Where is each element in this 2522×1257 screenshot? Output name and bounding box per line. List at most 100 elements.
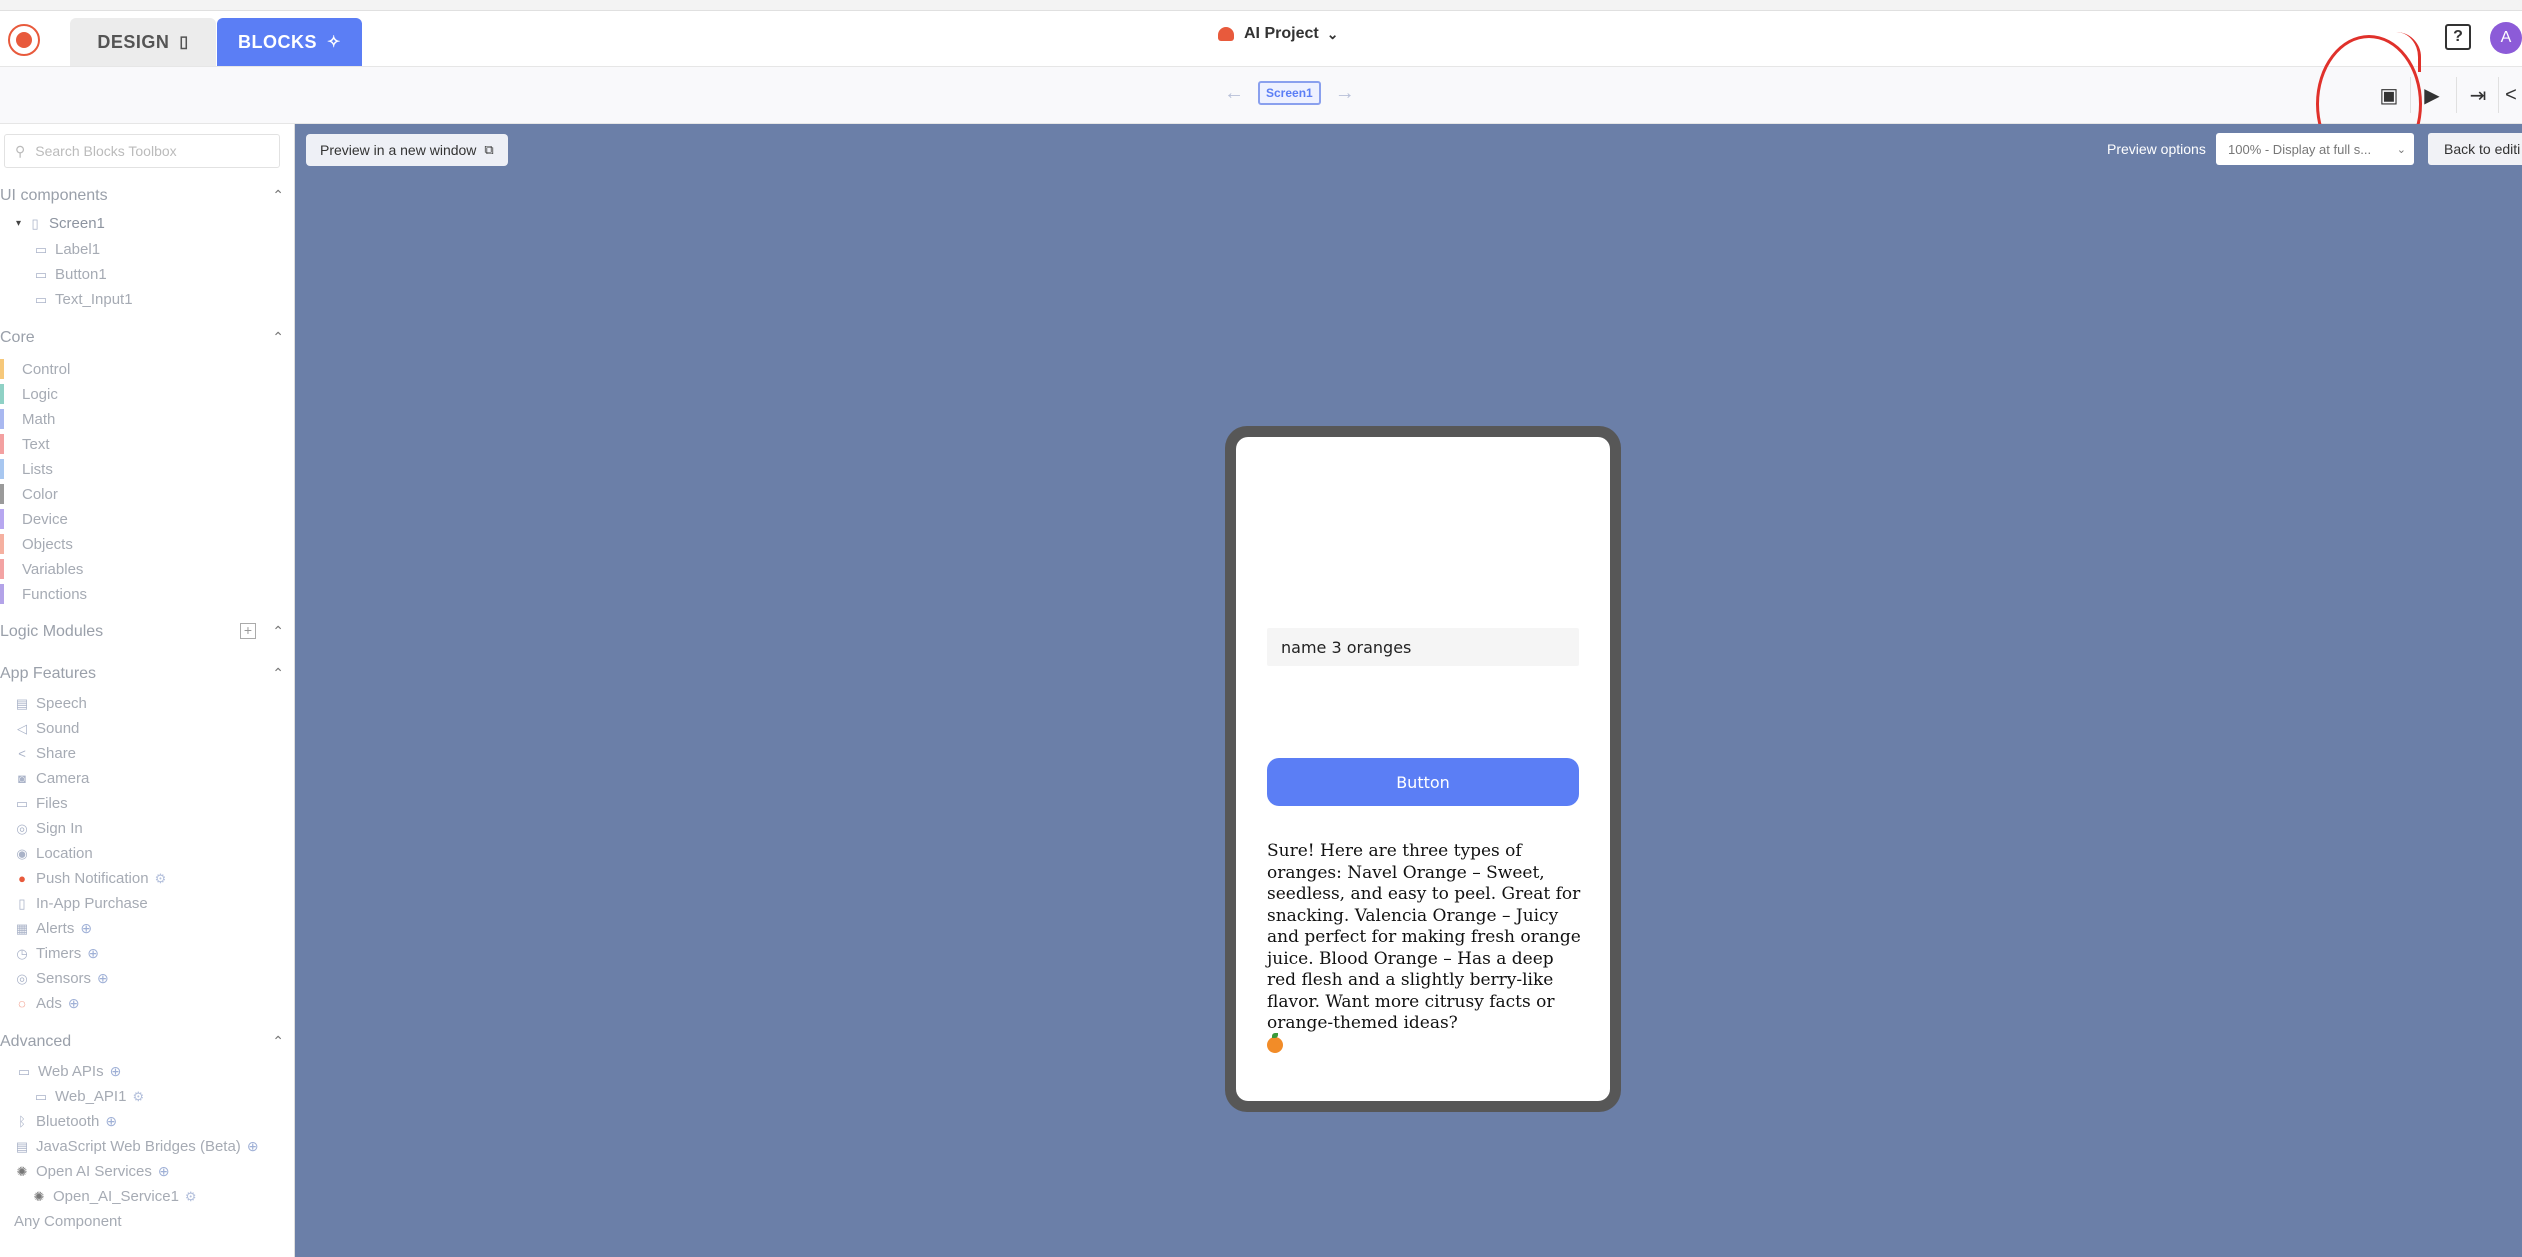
core-item-lists[interactable]: Lists	[0, 459, 53, 479]
tab-design[interactable]: DESIGN ▯	[70, 18, 216, 66]
advanced-item-bluetooth[interactable]: ᛒ Bluetooth ⊕	[14, 1113, 117, 1130]
core-item-logic[interactable]: Logic	[0, 384, 58, 404]
feature-item-camera[interactable]: ◙ Camera	[14, 770, 89, 787]
feature-label: Share	[36, 745, 77, 762]
feature-item-sign-in[interactable]: ◎ Sign In	[14, 820, 82, 837]
next-screen-icon[interactable]: →	[1335, 82, 1355, 105]
core-item-functions[interactable]: Functions	[0, 584, 87, 604]
previous-screen-icon[interactable]: ←	[1224, 82, 1244, 105]
chevron-up-icon[interactable]: ⌃	[272, 623, 284, 640]
category-color-bar	[0, 434, 4, 454]
add-circle-icon[interactable]: ⊕	[158, 1163, 170, 1180]
feature-item-files[interactable]: ▭ Files	[14, 795, 68, 812]
section-title: App Features	[0, 665, 97, 682]
feature-item-share[interactable]: < Share	[14, 745, 76, 762]
app-button[interactable]: Button	[1267, 758, 1579, 806]
add-circle-icon[interactable]: ⊕	[105, 1113, 117, 1130]
section-logic-modules[interactable]: Logic Modules + ⌃	[0, 623, 284, 641]
tree-item-screen[interactable]: ▾ ▯ Screen1	[16, 215, 105, 232]
advanced-label: Web APIs	[38, 1063, 104, 1080]
chevron-up-icon[interactable]: ⌃	[272, 1033, 284, 1050]
timer-icon: ◷	[16, 945, 28, 961]
help-button[interactable]: ?	[2445, 24, 2471, 50]
advanced-item-any-component[interactable]: Any Component	[14, 1213, 122, 1230]
add-circle-icon[interactable]: ⊕	[80, 920, 92, 937]
chevron-down-icon: ⌄	[2396, 143, 2406, 156]
back-to-editing-button[interactable]: Back to editi	[2428, 133, 2522, 165]
device-sync-icon[interactable]: ⇥	[2456, 77, 2499, 113]
feature-item-sound[interactable]: ◁ Sound	[14, 720, 79, 737]
tree-item-text-input1[interactable]: ▭ Text_Input1	[33, 291, 133, 308]
avatar[interactable]: A	[2490, 22, 2522, 54]
section-ui-components[interactable]: UI components ⌃	[0, 187, 284, 205]
advanced-label: Bluetooth	[36, 1113, 100, 1130]
screen-icon: ▯	[31, 215, 39, 231]
advanced-item-open-ai-services[interactable]: ✺ Open AI Services ⊕	[14, 1163, 170, 1180]
core-item-math[interactable]: Math	[0, 409, 55, 429]
core-item-device[interactable]: Device	[0, 509, 68, 529]
feature-label: Sensors	[36, 970, 92, 987]
sound-icon: ◁	[17, 720, 27, 736]
add-module-icon[interactable]: +	[240, 623, 256, 639]
app-logo-icon[interactable]	[8, 24, 40, 56]
feature-label: In-App Purchase	[36, 895, 148, 912]
share-icon: <	[18, 746, 26, 761]
advanced-item-javascript-bridges[interactable]: ▤ JavaScript Web Bridges (Beta) ⊕	[14, 1138, 259, 1155]
current-screen-badge[interactable]: Screen1	[1258, 81, 1321, 105]
section-title: UI components	[0, 187, 108, 204]
section-core[interactable]: Core ⌃	[0, 329, 284, 347]
advanced-item-web-apis[interactable]: ▭ Web APIs ⊕	[16, 1063, 121, 1080]
advanced-item-open-ai-service1[interactable]: ✺ Open_AI_Service1 ⚙	[31, 1188, 197, 1205]
core-item-label: Functions	[22, 585, 88, 603]
caret-down-icon[interactable]: ▾	[16, 218, 21, 229]
advanced-item-web-api1[interactable]: ▭ Web_API1 ⚙	[33, 1088, 144, 1105]
core-item-text[interactable]: Text	[0, 434, 50, 454]
puzzle-icon: ✧	[327, 34, 341, 51]
core-item-objects[interactable]: Objects	[0, 534, 73, 554]
category-color-bar	[0, 484, 4, 504]
chevron-up-icon[interactable]: ⌃	[272, 329, 284, 346]
project-selector[interactable]: AI Project ⌄	[1218, 25, 1338, 43]
add-circle-icon[interactable]: ⊕	[68, 995, 80, 1012]
chevron-up-icon[interactable]: ⌃	[272, 187, 284, 204]
core-item-variables[interactable]: Variables	[0, 559, 83, 579]
tree-item-label: Label1	[55, 241, 101, 258]
ads-icon: ◌	[18, 996, 26, 1011]
feature-item-sensors[interactable]: ◎ Sensors ⊕	[14, 970, 109, 987]
category-color-bar	[0, 459, 4, 479]
feature-item-timers[interactable]: ◷ Timers ⊕	[14, 945, 99, 962]
add-circle-icon[interactable]: ⊕	[247, 1138, 259, 1155]
tree-item-label1[interactable]: ▭ Label1	[33, 241, 100, 258]
preview-new-window-button[interactable]: Preview in a new window ⧉	[306, 134, 508, 166]
share-icon[interactable]: <	[2498, 77, 2522, 113]
advanced-label: Open_AI_Service1	[53, 1188, 179, 1205]
gear-icon[interactable]: ⚙	[155, 871, 167, 887]
core-item-label: Lists	[22, 460, 53, 478]
feature-item-alerts[interactable]: ▦ Alerts ⊕	[14, 920, 92, 937]
section-advanced[interactable]: Advanced ⌃	[0, 1033, 284, 1051]
feature-item-speech[interactable]: ▤ Speech	[14, 695, 87, 712]
core-item-color[interactable]: Color	[0, 484, 58, 504]
search-input[interactable]: Search Blocks Toolbox	[35, 143, 176, 159]
phone-frame: Button Sure! Here are three types of ora…	[1225, 426, 1621, 1112]
app-text-input[interactable]	[1267, 628, 1579, 666]
preview-zoom-select[interactable]: 100% - Display at full s... ⌄	[2216, 133, 2414, 165]
core-item-label: Variables	[22, 560, 84, 578]
feature-label: Alerts	[36, 920, 75, 937]
gear-icon[interactable]: ⚙	[132, 1089, 144, 1105]
feature-item-push-notification[interactable]: ● Push Notification ⚙	[14, 870, 166, 887]
add-circle-icon[interactable]: ⊕	[97, 970, 109, 987]
tree-item-button1[interactable]: ▭ Button1	[33, 266, 107, 283]
feature-item-location[interactable]: ◉ Location	[14, 845, 92, 862]
add-circle-icon[interactable]: ⊕	[110, 1063, 122, 1080]
feature-item-in-app-purchase[interactable]: ▯ In-App Purchase	[14, 895, 148, 912]
feature-item-ads[interactable]: ◌ Ads ⊕	[14, 995, 80, 1012]
search-box[interactable]: ⚲ Search Blocks Toolbox	[4, 134, 280, 168]
core-item-control[interactable]: Control	[0, 359, 70, 379]
gear-icon[interactable]: ⚙	[185, 1189, 197, 1205]
core-item-label: Objects	[22, 535, 73, 553]
chevron-up-icon[interactable]: ⌃	[272, 665, 284, 682]
section-app-features[interactable]: App Features ⌃	[0, 665, 284, 683]
add-circle-icon[interactable]: ⊕	[87, 945, 99, 962]
tab-blocks[interactable]: BLOCKS ✧	[217, 18, 362, 66]
